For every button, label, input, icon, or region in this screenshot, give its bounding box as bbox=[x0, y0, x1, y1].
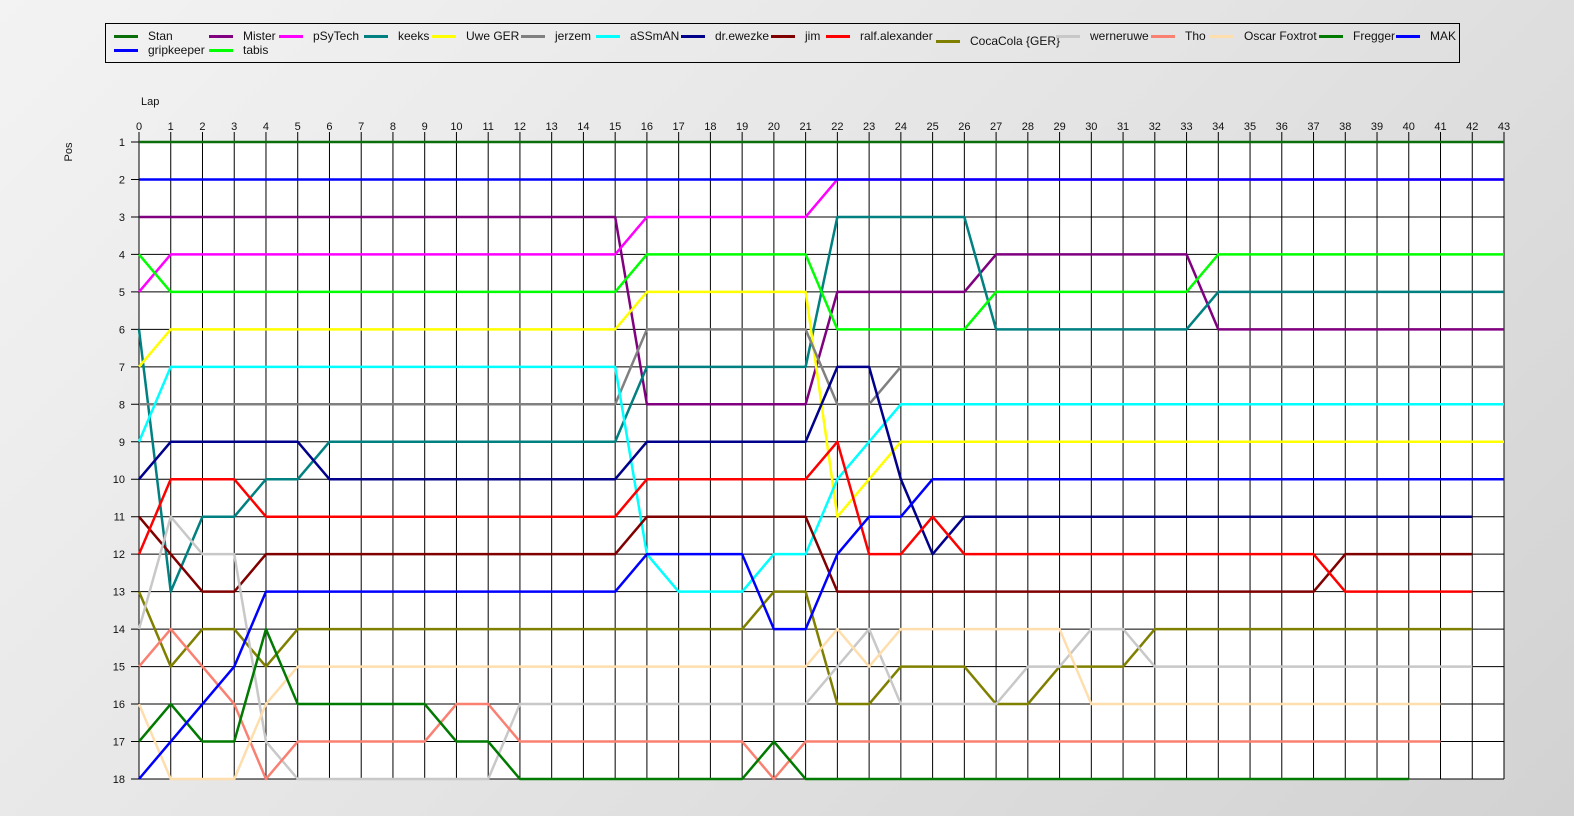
x-tick-label: 21 bbox=[800, 121, 812, 133]
x-tick-label: 1 bbox=[168, 121, 174, 133]
x-tick-label: 9 bbox=[422, 121, 428, 133]
y-tick-label: 9 bbox=[119, 437, 125, 449]
y-tick-label: 5 bbox=[119, 287, 125, 299]
x-tick-label: 4 bbox=[263, 121, 269, 133]
x-tick-label: 11 bbox=[482, 121, 493, 133]
x-tick-label: 29 bbox=[1053, 121, 1065, 133]
x-tick-label: 36 bbox=[1276, 121, 1288, 133]
x-tick-label: 0 bbox=[136, 121, 142, 133]
y-tick-label: 14 bbox=[113, 624, 125, 636]
y-tick-label: 18 bbox=[113, 774, 125, 786]
y-tick-label: 16 bbox=[113, 699, 125, 711]
y-tick-label: 17 bbox=[113, 737, 125, 749]
x-tick-label: 43 bbox=[1498, 121, 1510, 133]
x-tick-label: 23 bbox=[863, 121, 875, 133]
y-tick-label: 8 bbox=[119, 399, 125, 411]
y-tick-label: 7 bbox=[119, 362, 125, 374]
x-tick-label: 31 bbox=[1117, 121, 1129, 133]
x-tick-label: 6 bbox=[326, 121, 332, 133]
x-tick-label: 28 bbox=[1022, 121, 1034, 133]
x-tick-label: 38 bbox=[1339, 121, 1351, 133]
x-tick-label: 32 bbox=[1149, 121, 1161, 133]
x-tick-label: 27 bbox=[990, 121, 1002, 133]
x-tick-label: 5 bbox=[295, 121, 301, 133]
y-tick-label: 4 bbox=[119, 249, 125, 261]
x-tick-label: 18 bbox=[704, 121, 716, 133]
x-tick-label: 20 bbox=[768, 121, 780, 133]
x-tick-label: 3 bbox=[231, 121, 237, 133]
y-tick-label: 15 bbox=[113, 662, 125, 674]
x-tick-label: 2 bbox=[199, 121, 205, 133]
x-tick-label: 22 bbox=[831, 121, 843, 133]
y-tick-label: 1 bbox=[119, 137, 125, 149]
y-tick-label: 13 bbox=[113, 587, 125, 599]
x-tick-label: 41 bbox=[1434, 121, 1446, 133]
x-tick-label: 35 bbox=[1244, 121, 1256, 133]
y-tick-label: 6 bbox=[119, 324, 125, 336]
x-tick-label: 33 bbox=[1180, 121, 1192, 133]
y-tick-label: 12 bbox=[113, 549, 125, 561]
x-tick-label: 25 bbox=[926, 121, 938, 133]
y-tick-label: 11 bbox=[114, 512, 125, 524]
x-tick-label: 14 bbox=[577, 121, 589, 133]
x-axis-label: Lap bbox=[141, 96, 159, 108]
x-tick-label: 19 bbox=[736, 121, 748, 133]
x-tick-label: 12 bbox=[514, 121, 526, 133]
x-tick-label: 15 bbox=[609, 121, 621, 133]
x-tick-label: 30 bbox=[1085, 121, 1097, 133]
y-tick-labels: 123456789101112131415161718 bbox=[113, 137, 125, 786]
x-tick-label: 26 bbox=[958, 121, 970, 133]
x-tick-label: 13 bbox=[546, 121, 558, 133]
x-tick-label: 37 bbox=[1307, 121, 1319, 133]
x-tick-label: 39 bbox=[1371, 121, 1383, 133]
x-tick-label: 34 bbox=[1212, 121, 1224, 133]
x-tick-label: 7 bbox=[358, 121, 364, 133]
x-tick-label: 8 bbox=[390, 121, 396, 133]
x-tick-label: 17 bbox=[673, 121, 685, 133]
y-axis-label: Pos bbox=[63, 142, 75, 161]
y-tick-label: 3 bbox=[119, 212, 125, 224]
x-tick-label: 10 bbox=[450, 121, 462, 133]
x-tick-label: 16 bbox=[641, 121, 653, 133]
y-tick-label: 10 bbox=[113, 474, 125, 486]
x-tick-label: 40 bbox=[1403, 121, 1415, 133]
x-tick-label: 42 bbox=[1466, 121, 1478, 133]
lap-position-chart: 0 1 2 3 4 5 6 7 8 9 10 11 12 13 14 15 16 17 18 19 20 21 22 23 24… bbox=[63, 96, 1510, 786]
x-tick-labels: 0 1 2 3 4 5 6 7 8 9 10 11 12 13 14 15 16 17 18 19 20 21 22 23 24… bbox=[136, 121, 1510, 133]
y-tick-label: 2 bbox=[119, 174, 125, 186]
x-tick-label: 24 bbox=[895, 121, 907, 133]
